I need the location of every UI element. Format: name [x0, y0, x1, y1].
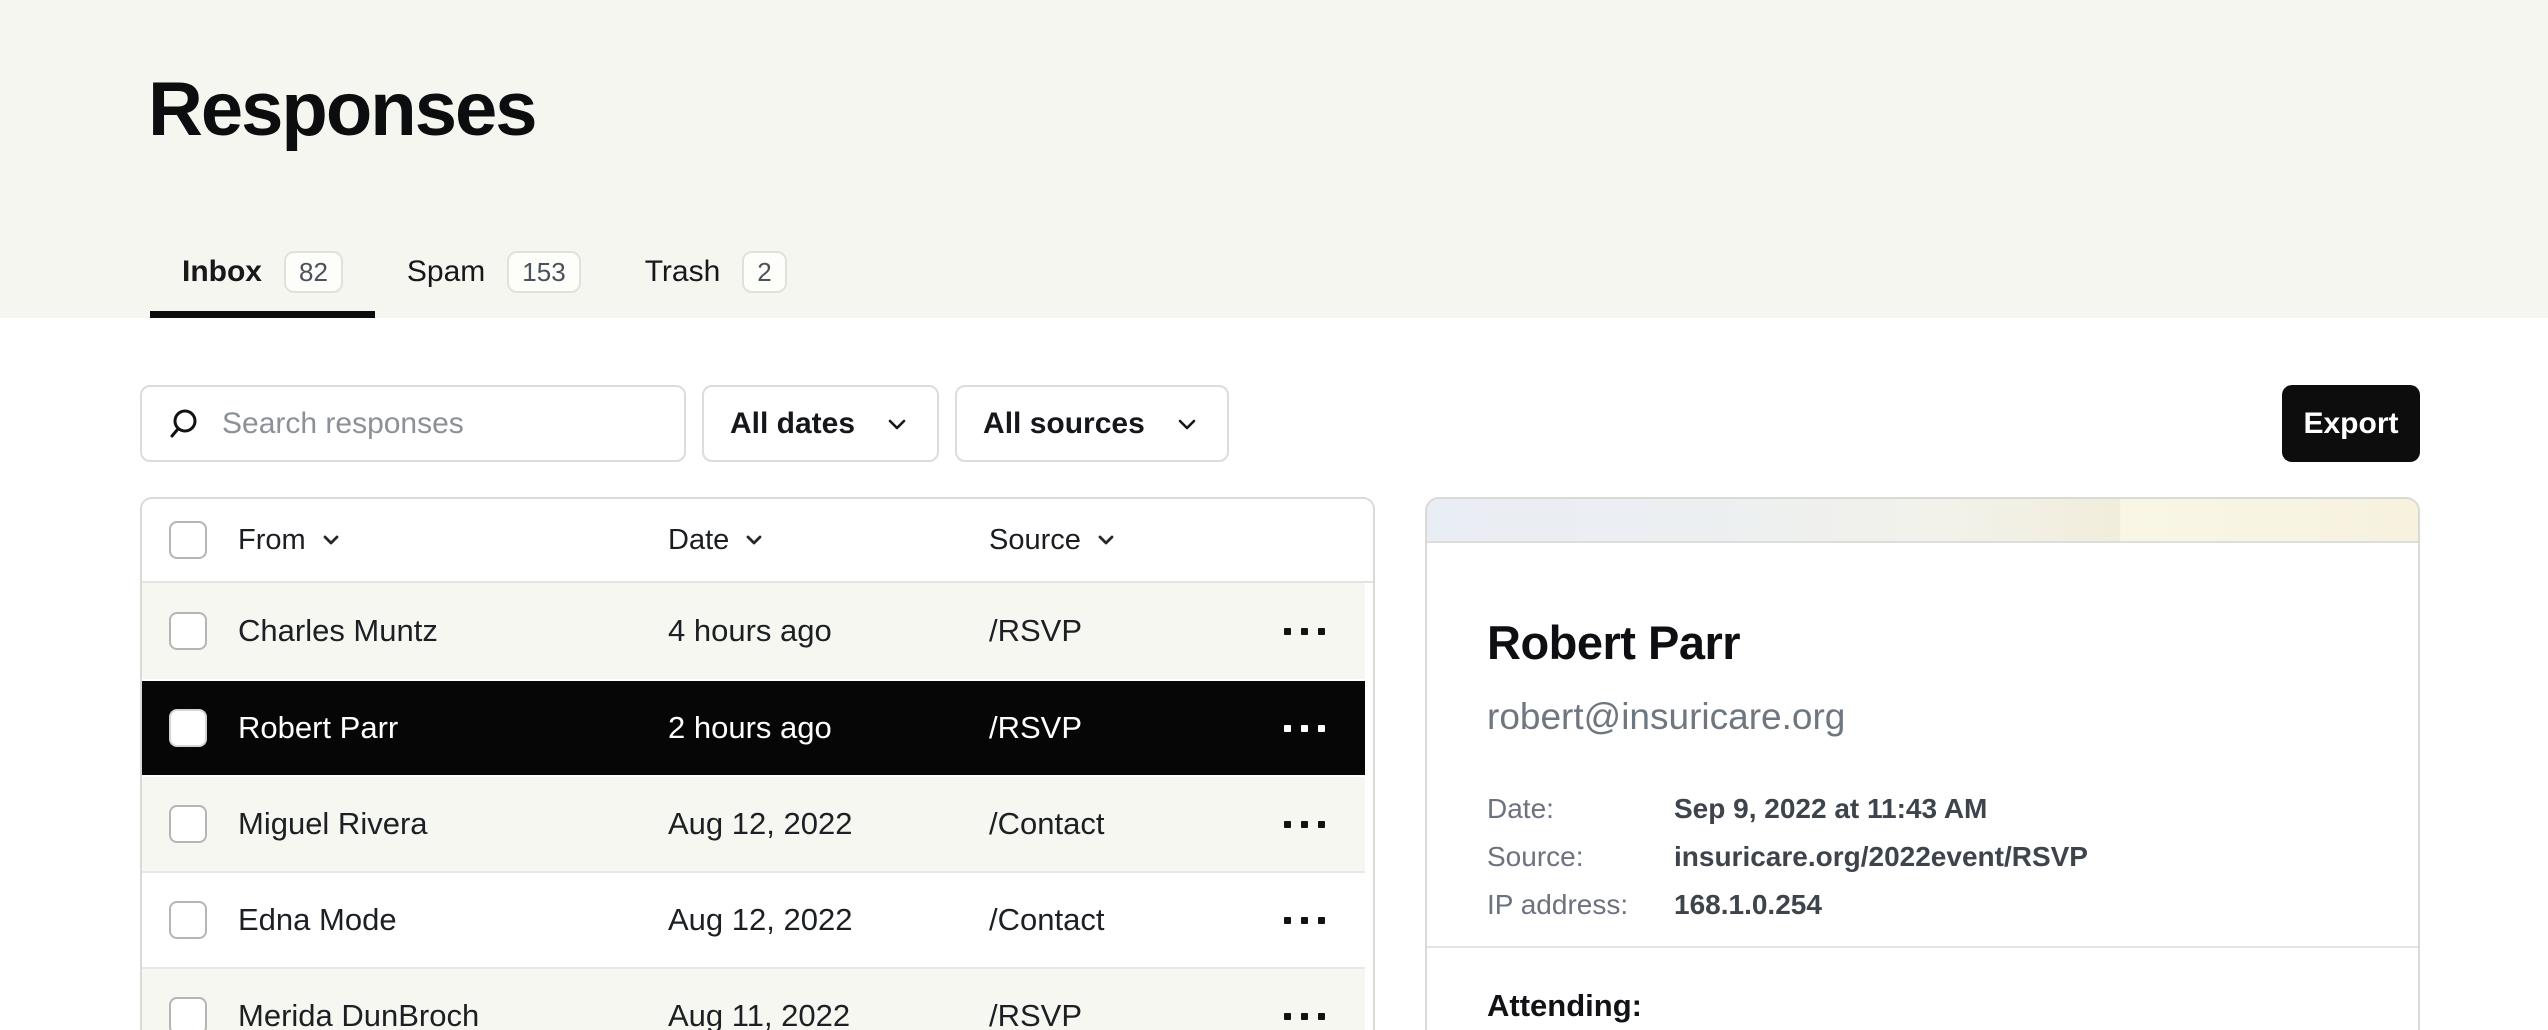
- search-input-wrapper: [140, 385, 686, 462]
- search-input[interactable]: [222, 407, 664, 441]
- column-header-from[interactable]: From: [238, 524, 668, 557]
- row-from: Miguel Rivera: [238, 806, 668, 842]
- row-menu-button[interactable]: [1284, 811, 1325, 838]
- chevron-down-icon: [1173, 410, 1201, 438]
- tab-spam-label: Spam: [407, 255, 485, 289]
- chevron-down-icon: [320, 529, 342, 551]
- response-detail-panel: Robert Parr robert@insuricare.org Date: …: [1425, 497, 2420, 1030]
- detail-header-gradient: [1427, 499, 2418, 543]
- row-checkbox[interactable]: [169, 901, 207, 939]
- tab-inbox-count-badge: 82: [284, 251, 343, 293]
- row-from: Charles Muntz: [238, 613, 668, 649]
- table-row[interactable]: Merida DunBroch Aug 11, 2022 /RSVP: [142, 967, 1365, 1030]
- chevron-down-icon: [883, 410, 911, 438]
- detail-meta: Date: Sep 9, 2022 at 11:43 AM Source: in…: [1487, 792, 2358, 922]
- row-checkbox[interactable]: [169, 997, 207, 1030]
- column-header-date[interactable]: Date: [668, 524, 989, 557]
- tab-trash[interactable]: Trash 2: [613, 226, 819, 318]
- table-row[interactable]: Miguel Rivera Aug 12, 2022 /Contact: [142, 775, 1365, 871]
- row-date: Aug 12, 2022: [668, 806, 989, 842]
- detail-name: Robert Parr: [1487, 615, 2358, 670]
- toolbar: All dates All sources Export: [140, 385, 2420, 462]
- detail-body: Robert Parr robert@insuricare.org Date: …: [1427, 543, 2418, 922]
- page-header: Responses Inbox 82 Spam 153 Trash 2: [0, 0, 2548, 318]
- row-date: Aug 11, 2022: [668, 998, 989, 1030]
- detail-email: robert@insuricare.org: [1487, 696, 2358, 738]
- row-menu-button[interactable]: [1284, 1003, 1325, 1030]
- tab-inbox-label: Inbox: [182, 255, 262, 289]
- row-from: Robert Parr: [238, 710, 668, 746]
- row-source: /Contact: [989, 902, 1284, 938]
- tab-inbox[interactable]: Inbox 82: [150, 226, 375, 318]
- row-menu-button[interactable]: [1284, 907, 1325, 934]
- main-content: All dates All sources Export From: [0, 385, 2548, 1030]
- tab-bar: Inbox 82 Spam 153 Trash 2: [150, 226, 819, 318]
- row-date: 4 hours ago: [668, 613, 989, 649]
- row-menu-button[interactable]: [1284, 715, 1325, 742]
- row-checkbox[interactable]: [169, 612, 207, 650]
- row-menu-button[interactable]: [1284, 618, 1325, 645]
- meta-row-source: Source: insuricare.org/2022event/RSVP: [1487, 840, 2358, 874]
- content-row: From Date Source: [140, 497, 2420, 1030]
- row-from: Edna Mode: [238, 902, 668, 938]
- tab-spam[interactable]: Spam 153: [375, 226, 613, 318]
- table-row-selected[interactable]: Robert Parr 2 hours ago /RSVP: [142, 679, 1365, 775]
- source-filter-select[interactable]: All sources: [955, 385, 1229, 462]
- tab-spam-count-badge: 153: [507, 251, 580, 293]
- row-checkbox[interactable]: [169, 805, 207, 843]
- table-header-row: From Date Source: [142, 499, 1373, 583]
- row-from: Merida DunBroch: [238, 998, 668, 1030]
- responses-table: From Date Source: [140, 497, 1375, 1030]
- responses-page: Responses Inbox 82 Spam 153 Trash 2: [0, 0, 2548, 1030]
- column-header-source[interactable]: Source: [989, 524, 1253, 557]
- export-button[interactable]: Export: [2282, 385, 2420, 462]
- tab-trash-count-badge: 2: [742, 251, 786, 293]
- date-filter-label: All dates: [730, 407, 855, 441]
- row-source: /RSVP: [989, 613, 1284, 649]
- row-date: Aug 12, 2022: [668, 902, 989, 938]
- table-row[interactable]: Edna Mode Aug 12, 2022 /Contact: [142, 871, 1365, 967]
- source-filter-label: All sources: [983, 407, 1145, 441]
- chevron-down-icon: [743, 529, 765, 551]
- date-filter-select[interactable]: All dates: [702, 385, 939, 462]
- table-body: Charles Muntz 4 hours ago /RSVP Robert P…: [142, 583, 1373, 1030]
- table-row[interactable]: Charles Muntz 4 hours ago /RSVP: [142, 583, 1365, 679]
- search-icon: [166, 406, 202, 442]
- select-all-checkbox[interactable]: [169, 521, 207, 559]
- row-checkbox[interactable]: [169, 709, 207, 747]
- page-title: Responses: [148, 66, 536, 153]
- tab-trash-label: Trash: [645, 255, 721, 289]
- row-source: /RSVP: [989, 998, 1284, 1030]
- meta-row-ip: IP address: 168.1.0.254: [1487, 888, 2358, 922]
- attending-heading: Attending:: [1427, 948, 2418, 1030]
- row-source: /Contact: [989, 806, 1284, 842]
- row-date: 2 hours ago: [668, 710, 989, 746]
- chevron-down-icon: [1095, 529, 1117, 551]
- row-source: /RSVP: [989, 710, 1284, 746]
- meta-row-date: Date: Sep 9, 2022 at 11:43 AM: [1487, 792, 2358, 826]
